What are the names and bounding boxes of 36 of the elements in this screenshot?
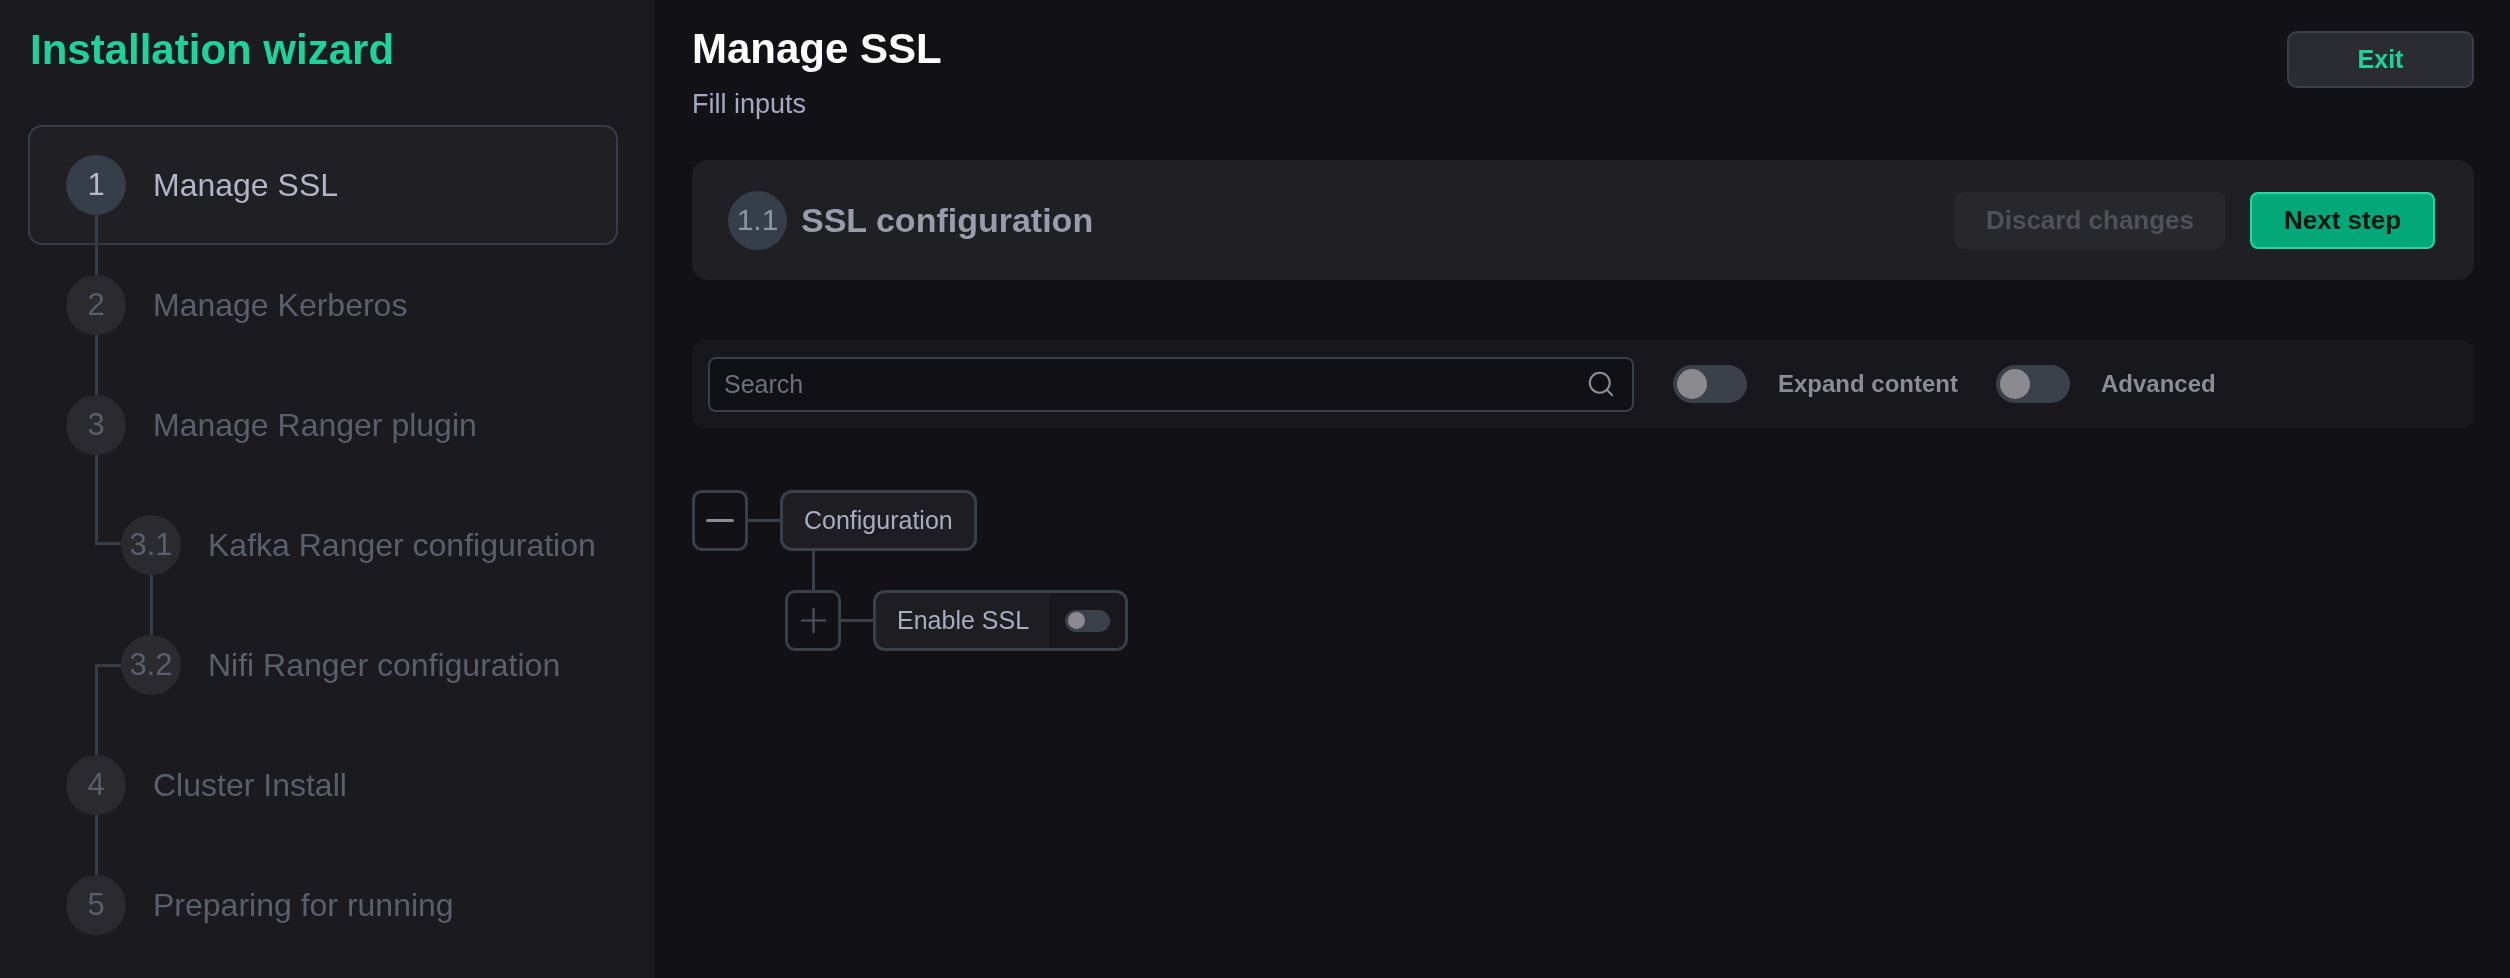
toggle-label: Advanced: [2101, 370, 2216, 398]
step-number: 3: [66, 395, 126, 455]
step-item[interactable]: 5 Preparing for running: [28, 845, 618, 965]
step-item[interactable]: 3.2 Nifi Ranger configuration: [28, 605, 618, 725]
step-number: 1: [66, 155, 126, 215]
wizard-title: Installation wizard: [30, 26, 395, 74]
step-item[interactable]: 4 Cluster Install: [28, 725, 618, 845]
step-number: 4: [66, 755, 126, 815]
step-item[interactable]: 3.1 Kafka Ranger configuration: [28, 485, 618, 605]
connector-line: [841, 619, 873, 622]
tree-node[interactable]: Configuration: [780, 490, 977, 551]
plus-icon: [800, 608, 826, 633]
page-subtitle: Fill inputs: [692, 88, 807, 120]
collapse-button[interactable]: [692, 490, 748, 551]
toggle-switch[interactable]: [1673, 365, 1747, 403]
step-number: 3.1: [121, 515, 181, 575]
connector-line: [811, 551, 815, 590]
next-step-button[interactable]: Next step: [2250, 191, 2435, 249]
toggle-switch[interactable]: [1996, 365, 2070, 403]
exit-button[interactable]: Exit: [2287, 31, 2474, 88]
toggle-label: Expand content: [1778, 370, 1958, 398]
step-item[interactable]: 1 Manage SSL: [28, 125, 618, 245]
node-label: Enable SSL: [896, 605, 1031, 636]
minus-icon: [706, 519, 734, 522]
search-field[interactable]: Search: [708, 356, 1634, 412]
step-item[interactable]: 2 Manage Kerberos: [28, 245, 618, 365]
step-number: 2: [66, 275, 126, 335]
toggle-switch[interactable]: [1065, 609, 1111, 632]
step-title: SSL configuration: [801, 200, 1094, 240]
page-title: Manage SSL: [692, 25, 942, 73]
connector-line: [748, 519, 780, 522]
step-number: 3.2: [121, 635, 181, 695]
step-item[interactable]: 3 Manage Ranger plugin: [28, 365, 618, 485]
tree-node[interactable]: Enable SSL: [873, 590, 1129, 651]
step-number: 1.1: [728, 190, 787, 250]
step-number: 5: [66, 875, 126, 935]
